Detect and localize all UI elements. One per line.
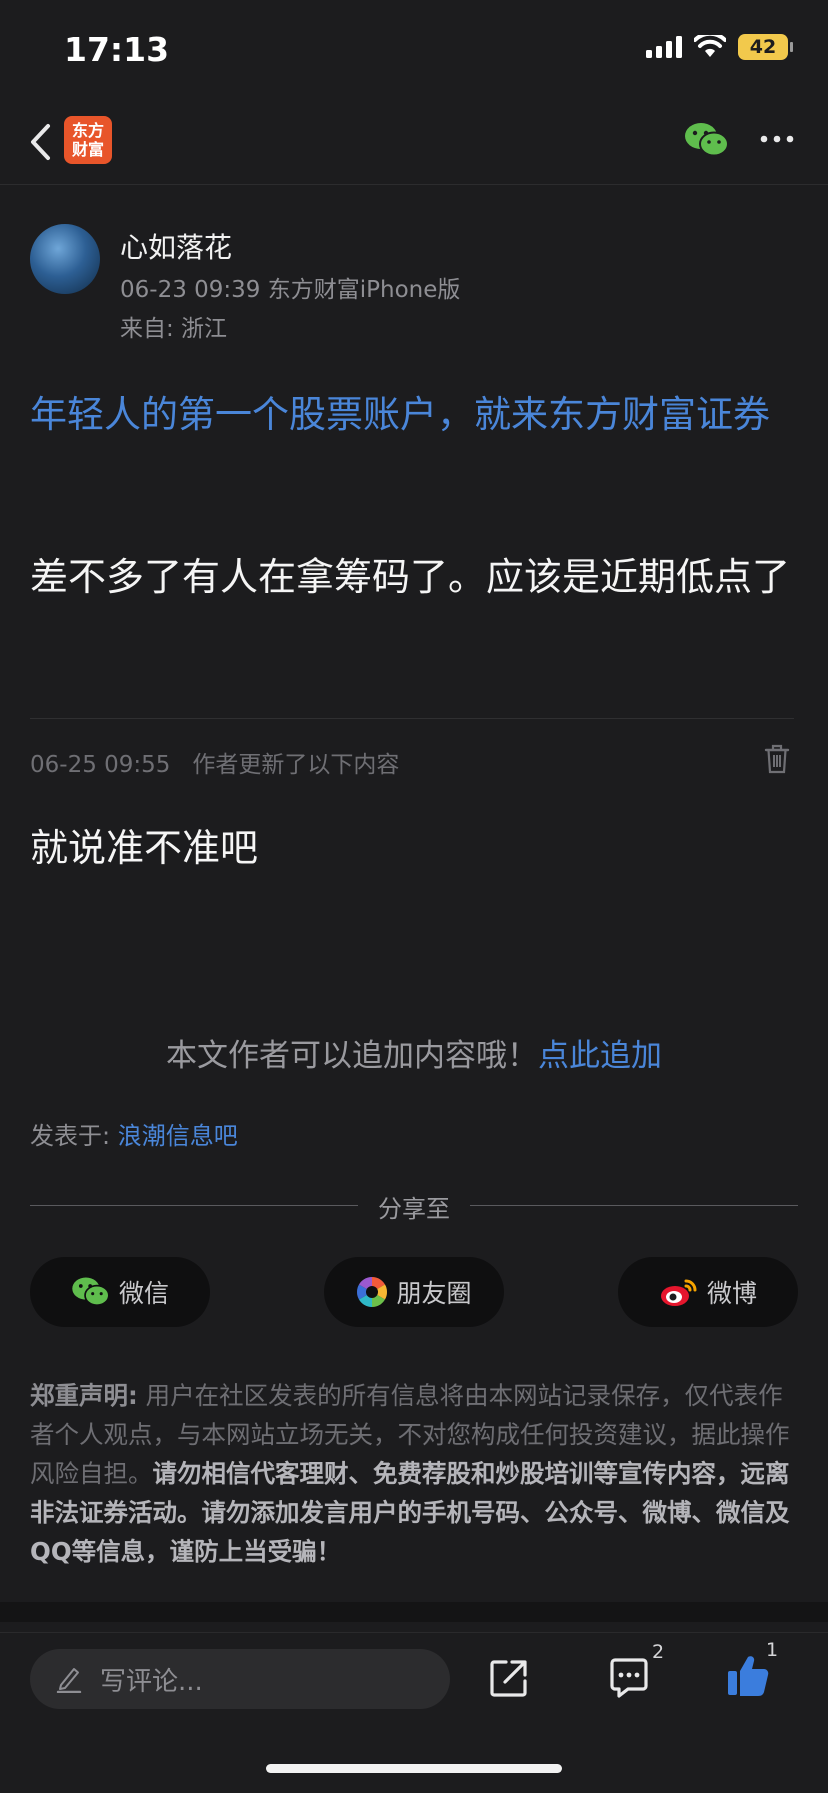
- back-icon[interactable]: [28, 122, 52, 162]
- thumbs-up-icon: [728, 1656, 769, 1696]
- append-text: 本文作者可以追加内容哦！: [166, 1038, 538, 1074]
- promo-link[interactable]: 年轻人的第一个股票账户，就来东方财富证券: [30, 386, 800, 444]
- status-icons: 42: [646, 34, 793, 60]
- wechat-icon: [72, 1277, 110, 1307]
- post-body: 差不多了有人在拿筹码了。应该是近期低点了: [30, 555, 791, 599]
- author-name[interactable]: 心如落花: [120, 226, 232, 266]
- update-body: 就说准不准吧: [30, 826, 259, 870]
- divider: [30, 718, 794, 719]
- moments-icon: [357, 1277, 388, 1307]
- wifi-icon: [694, 35, 726, 57]
- author-avatar[interactable]: [30, 224, 100, 294]
- top-nav-bar: 东方 财富: [0, 100, 828, 185]
- update-header: 06-25 09:55 作者更新了以下内容: [30, 745, 399, 779]
- share-label: 分享至: [378, 1195, 450, 1223]
- disclaimer: 郑重声明: 用户在社区发表的所有信息将由本网站记录保存，仅代表作者个人观点，与本…: [30, 1376, 802, 1571]
- comment-icon: [610, 1658, 648, 1698]
- logo-line-2: 财富: [71, 140, 104, 159]
- battery-icon: 42: [738, 34, 793, 60]
- app-logo[interactable]: 东方 财富: [64, 116, 112, 164]
- share-weibo-label: 微博: [706, 1279, 757, 1308]
- append-prompt: 本文作者可以追加内容哦！点此追加: [0, 1030, 828, 1075]
- weibo-icon: [660, 1279, 697, 1306]
- share-icon[interactable]: [488, 1657, 530, 1699]
- posted-in-prefix: 发表于:: [30, 1122, 111, 1150]
- battery-level: 42: [749, 36, 777, 58]
- like-count: 1: [766, 1639, 779, 1661]
- posted-in: 发表于: 浪潮信息吧: [30, 1116, 238, 1151]
- post-location: 来自: 浙江: [120, 316, 228, 342]
- wechat-share-icon[interactable]: [684, 120, 730, 160]
- comment-button[interactable]: 2: [608, 1641, 664, 1703]
- more-options-icon[interactable]: [760, 134, 794, 144]
- share-weibo-button[interactable]: 微博: [618, 1257, 798, 1327]
- update-timestamp: 06-25 09:55: [30, 752, 171, 778]
- disclaimer-title: 郑重声明:: [30, 1381, 138, 1410]
- section-separator: [0, 1602, 828, 1622]
- forum-link[interactable]: 浪潮信息吧: [118, 1122, 238, 1150]
- like-button[interactable]: 1: [726, 1639, 778, 1703]
- share-moments-button[interactable]: 朋友圈: [324, 1257, 504, 1327]
- logo-line-1: 东方: [71, 121, 104, 140]
- comment-input[interactable]: 写评论...: [30, 1649, 450, 1709]
- share-moments-label: 朋友圈: [396, 1279, 472, 1308]
- post-meta: 06-23 09:39 东方财富iPhone版: [120, 277, 461, 303]
- comment-placeholder: 写评论...: [100, 1666, 203, 1697]
- pencil-icon: [56, 1668, 82, 1693]
- comment-count: 2: [652, 1641, 665, 1663]
- share-wechat-button[interactable]: 微信: [30, 1257, 210, 1327]
- home-indicator: [266, 1764, 562, 1773]
- status-time: 17:13: [64, 30, 170, 69]
- signal-icon: [646, 36, 682, 58]
- trash-icon[interactable]: [764, 744, 790, 774]
- update-label: 作者更新了以下内容: [192, 752, 400, 778]
- append-link[interactable]: 点此追加: [538, 1038, 662, 1074]
- share-wechat-label: 微信: [118, 1279, 169, 1308]
